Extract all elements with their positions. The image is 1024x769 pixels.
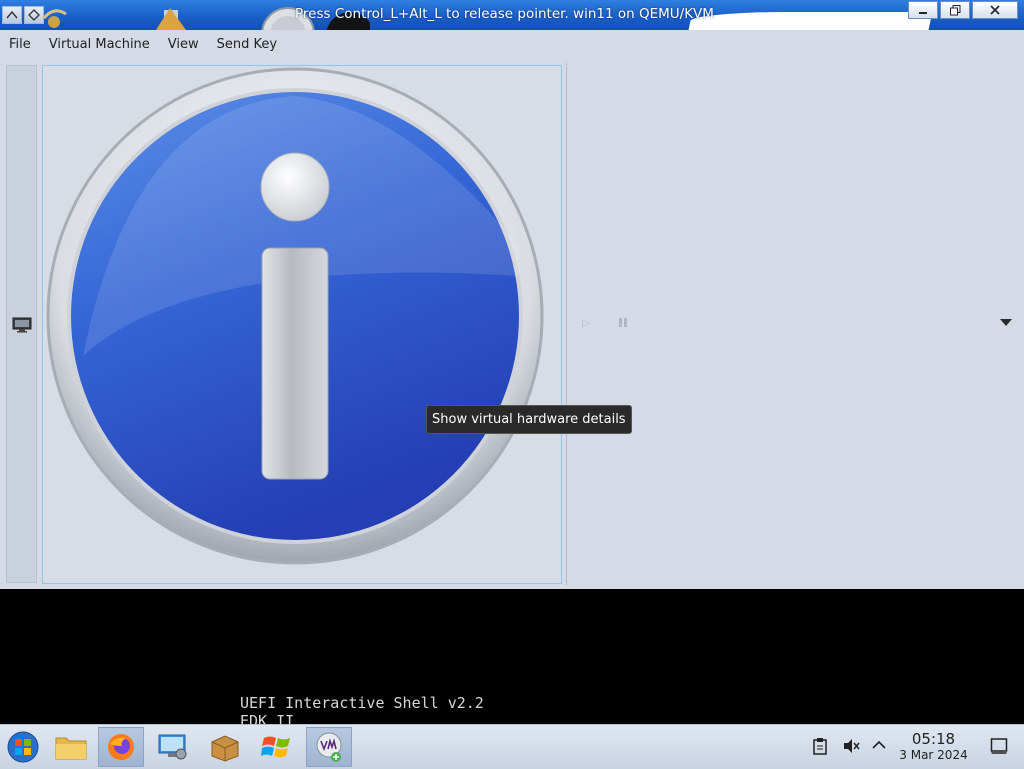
console-line: EDK II: [240, 712, 295, 724]
vm-window-content: ▷ Show virtual hardware details: [0, 60, 1024, 589]
clock-date[interactable]: 3 Mar 2024: [896, 748, 971, 762]
chevron-down-icon[interactable]: [1000, 319, 1012, 326]
titlebar-decoration: [42, 9, 67, 28]
guest-console[interactable]: UEFI Interactive Shell v2.2 EDK II: [0, 589, 1024, 724]
taskbar: 05:18 3 Mar 2024: [0, 724, 1024, 769]
menu-view[interactable]: View: [159, 30, 208, 60]
window-titlebar[interactable]: Press Control_L+Alt_L to release pointer…: [0, 0, 1024, 30]
window-menu-icon[interactable]: [2, 6, 22, 24]
folder-icon: [55, 737, 87, 760]
minimize-icon: [919, 12, 927, 14]
pane-divider[interactable]: [566, 63, 567, 585]
taskbar-windows[interactable]: [254, 727, 300, 767]
titlebar-left-buttons: [0, 0, 44, 30]
run-button[interactable]: ▷: [582, 318, 590, 329]
windows-logo-icon: [261, 736, 290, 758]
console-view-toggle[interactable]: [6, 65, 37, 583]
pause-button[interactable]: [619, 318, 628, 327]
window-title: Press Control_L+Alt_L to release pointer…: [295, 6, 714, 22]
taskbar-firefox[interactable]: [98, 727, 144, 767]
menu-bar: File Virtual Machine View Send Key: [0, 30, 1024, 60]
close-button[interactable]: [972, 1, 1018, 19]
volume-muted-icon[interactable]: [842, 737, 860, 755]
minimize-button[interactable]: [908, 1, 938, 19]
chevron-up-icon[interactable]: [872, 740, 886, 750]
start-button[interactable]: [0, 727, 46, 767]
info-icon: [46, 67, 544, 565]
titlebar-decoration: [156, 8, 186, 30]
firefox-icon: [108, 734, 134, 760]
start-orb-icon: [7, 731, 39, 763]
maximize-button[interactable]: [940, 1, 970, 19]
settings-icon: [158, 734, 187, 760]
taskbar-virt-manager[interactable]: [306, 727, 352, 767]
clipboard-icon[interactable]: [812, 737, 828, 755]
menu-send-key[interactable]: Send Key: [208, 30, 286, 60]
details-tooltip: Show virtual hardware details: [426, 405, 632, 434]
menu-virtual-machine[interactable]: Virtual Machine: [40, 30, 159, 60]
virt-manager-icon: [316, 732, 342, 762]
taskbar-package-manager[interactable]: [202, 727, 248, 767]
titlebar-decoration: [687, 12, 933, 30]
monitor-icon: [12, 317, 32, 333]
details-button[interactable]: [42, 65, 562, 584]
package-icon: [211, 735, 239, 762]
console-line: UEFI Interactive Shell v2.2: [240, 694, 484, 712]
taskbar-file-manager[interactable]: [48, 727, 94, 767]
show-desktop-icon[interactable]: [990, 737, 1008, 755]
taskbar-system-settings[interactable]: [150, 727, 196, 767]
window-controls: [908, 1, 1018, 19]
close-icon: [990, 5, 1000, 15]
restore-icon: [949, 4, 960, 15]
clock-time[interactable]: 05:18: [896, 730, 971, 748]
menu-file[interactable]: File: [0, 30, 40, 60]
